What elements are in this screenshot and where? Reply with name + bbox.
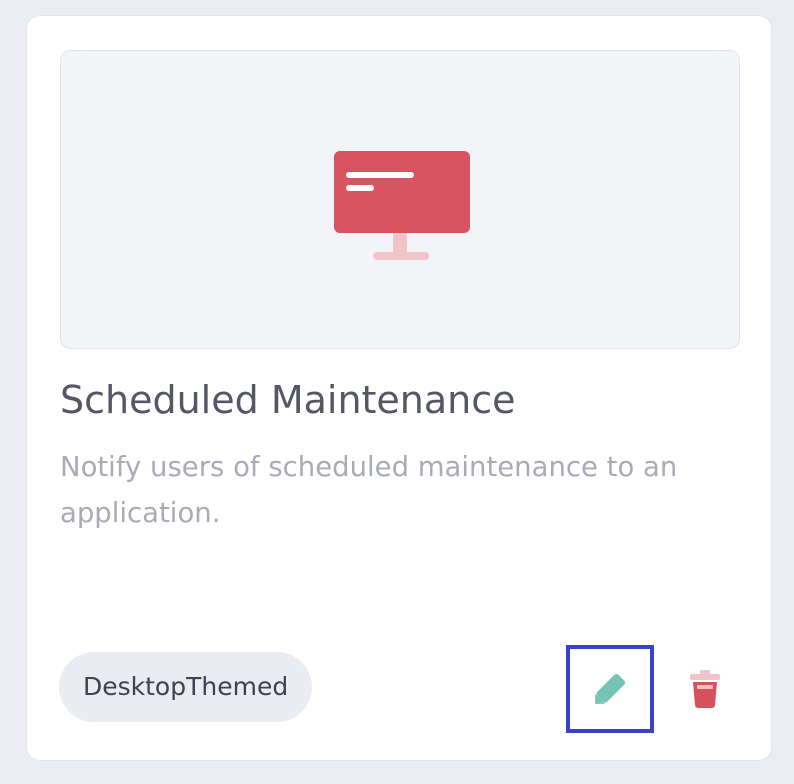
edit-button[interactable] <box>566 645 654 733</box>
desktop-monitor-icon <box>334 151 470 260</box>
pencil-icon <box>595 673 626 704</box>
card-title: Scheduled Maintenance <box>60 378 516 422</box>
theme-tag: DesktopThemed <box>59 652 313 722</box>
template-preview <box>60 50 740 349</box>
card-description: Notify users of scheduled maintenance to… <box>60 451 678 529</box>
template-card: Scheduled Maintenance Notify users of sc… <box>26 15 772 761</box>
trash-icon <box>690 670 720 708</box>
delete-button[interactable] <box>681 657 729 721</box>
